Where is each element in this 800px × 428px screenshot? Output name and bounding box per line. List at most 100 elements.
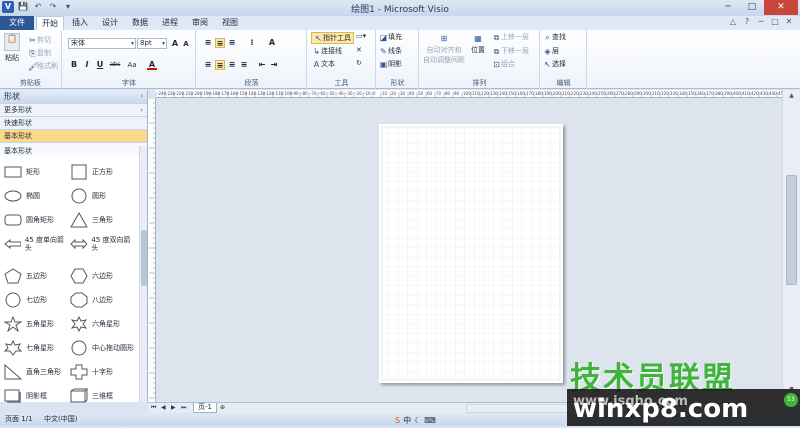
fill-button[interactable]: ◪填充: [379, 32, 402, 42]
ime-mode-icon[interactable]: 中: [403, 414, 411, 427]
shape-right-triangle[interactable]: 直角三角形: [4, 362, 61, 382]
shape-heptagon[interactable]: 七边形: [4, 290, 47, 310]
rotate-icon[interactable]: ↻: [356, 59, 362, 67]
shadow-button[interactable]: ▣阴影: [379, 59, 402, 69]
send-backward-button[interactable]: ⧉ 下移一层: [492, 46, 529, 56]
maximize-button[interactable]: □: [740, 0, 764, 15]
text-direction-icon[interactable]: A: [267, 38, 277, 48]
first-page-icon[interactable]: ⏮: [151, 404, 159, 412]
font-color-button[interactable]: A: [147, 60, 157, 70]
tab-review[interactable]: 审阅: [186, 16, 214, 30]
align-bottom-icon[interactable]: ≡: [227, 38, 237, 48]
tab-file[interactable]: 文件: [0, 16, 34, 30]
rectangle-tool-icon[interactable]: ▭▾: [356, 32, 366, 40]
next-page-icon[interactable]: ▶: [171, 404, 179, 411]
last-page-icon[interactable]: ⏭: [181, 404, 189, 412]
tab-view[interactable]: 视图: [216, 16, 244, 30]
align-top-icon[interactable]: ≡: [203, 38, 213, 48]
minimize-ribbon-icon[interactable]: △: [728, 17, 738, 28]
bold-button[interactable]: B: [69, 60, 79, 70]
strikethrough-button[interactable]: abc: [108, 60, 122, 70]
shape-star6[interactable]: 六角星形: [70, 314, 120, 334]
decrease-indent-icon[interactable]: ⇤: [257, 60, 267, 70]
copy-button[interactable]: ⎘复制: [28, 48, 51, 58]
align-right-icon[interactable]: ≡: [227, 60, 237, 70]
page-tab-1[interactable]: 页-1: [193, 403, 217, 413]
shape-double-arrow[interactable]: 45 度双向箭头: [70, 234, 136, 254]
shape-star5[interactable]: 五角星形: [4, 314, 54, 334]
shape-square[interactable]: 正方形: [70, 162, 113, 182]
shape-rounded-rectangle[interactable]: 圆角矩形: [4, 210, 54, 230]
page-number-status[interactable]: 页面 1/1: [5, 413, 33, 426]
insert-page-icon[interactable]: ⊕: [220, 404, 228, 411]
select-button[interactable]: ↖选择: [543, 59, 566, 69]
font-name-select[interactable]: 宋体 ▾: [68, 38, 136, 49]
more-shapes-row[interactable]: 更多形状 ›: [0, 103, 147, 116]
shape-ellipse[interactable]: 椭圆: [4, 186, 40, 206]
connector-button[interactable]: ↳连接线: [312, 46, 342, 56]
drawing-page[interactable]: [379, 124, 563, 383]
align-center-icon[interactable]: ≡: [215, 60, 225, 70]
shape-hexagon[interactable]: 六边形: [70, 266, 113, 286]
auto-align-button[interactable]: ⊞ 自动对齐和 自动调整间距: [422, 34, 466, 65]
shape-star7[interactable]: 七角星形: [4, 338, 54, 358]
shape-pentagon[interactable]: 五边形: [4, 266, 47, 286]
shape-triangle[interactable]: 三角形: [70, 210, 113, 230]
justify-icon[interactable]: ≡: [239, 60, 249, 70]
find-button[interactable]: ⌕ 查找: [543, 32, 566, 42]
collapse-panel-icon[interactable]: ‹: [140, 90, 143, 103]
basic-shapes-row[interactable]: 基本形状: [0, 129, 147, 142]
delete-x-icon[interactable]: ✕: [356, 46, 362, 54]
align-left-icon[interactable]: ≡: [203, 60, 213, 70]
group-button[interactable]: ⊡组合: [492, 59, 515, 69]
shape-cross[interactable]: 十字形: [70, 362, 113, 382]
shape-3d-box[interactable]: 三维框: [70, 386, 113, 406]
text-tool-button[interactable]: A 文本: [312, 59, 335, 69]
pointer-tool-button[interactable]: ↖指针工具: [311, 32, 354, 44]
keyboard-icon[interactable]: ⌨: [424, 414, 436, 427]
position-button[interactable]: ▦ 位置: [468, 34, 488, 55]
sogou-ime-icon[interactable]: S: [395, 414, 400, 427]
align-middle-icon[interactable]: ≡: [215, 38, 225, 48]
cut-button[interactable]: ✂剪切: [28, 35, 51, 45]
shrink-font-button[interactable]: A: [181, 39, 191, 49]
tab-data[interactable]: 数据: [126, 16, 154, 30]
shapes-scroll-thumb[interactable]: [141, 230, 147, 286]
tab-home[interactable]: 开始: [36, 16, 64, 30]
change-case-button[interactable]: Aa: [125, 60, 139, 70]
italic-button[interactable]: I: [82, 60, 92, 70]
punctuation-icon[interactable]: ☾: [414, 414, 421, 427]
tab-insert[interactable]: 插入: [66, 16, 94, 30]
scroll-up-icon[interactable]: ▲: [786, 92, 797, 102]
shape-octagon[interactable]: 八边形: [70, 290, 113, 310]
shape-rectangle[interactable]: 矩形: [4, 162, 40, 182]
bring-forward-button[interactable]: ⧉ 上移一层: [492, 32, 529, 42]
doc-close-icon[interactable]: ✕: [784, 17, 794, 28]
help-icon[interactable]: ?: [742, 17, 752, 28]
line-button[interactable]: ✎线条: [379, 46, 402, 56]
quick-shapes-row[interactable]: 快速形状: [0, 116, 147, 129]
doc-restore-icon[interactable]: □: [770, 17, 780, 28]
shapes-scrollbar[interactable]: [139, 146, 147, 402]
grow-font-button[interactable]: A: [170, 39, 180, 49]
doc-minimize-icon[interactable]: ─: [756, 17, 766, 28]
format-painter-button[interactable]: 🖌格式刷: [28, 61, 58, 71]
vertical-scroll-thumb[interactable]: [786, 175, 797, 285]
close-button[interactable]: ✕: [764, 0, 798, 15]
layers-button[interactable]: ◈层: [543, 46, 559, 56]
shape-circle[interactable]: 圆形: [70, 186, 106, 206]
shape-single-arrow[interactable]: 45 度单向箭头: [4, 234, 68, 254]
increase-indent-icon[interactable]: ⇥: [269, 60, 279, 70]
bullets-icon[interactable]: ⁝: [247, 38, 257, 48]
minimize-button[interactable]: ─: [716, 0, 740, 15]
shape-center-circle[interactable]: 中心拖动圆形: [70, 338, 134, 358]
paste-button[interactable]: 📋 粘贴: [4, 33, 20, 63]
underline-button[interactable]: U: [95, 60, 105, 70]
language-status[interactable]: 中文(中国): [44, 413, 77, 426]
prev-page-icon[interactable]: ◀: [161, 404, 169, 411]
shape-shadow-box[interactable]: 阴影框: [4, 386, 47, 406]
vertical-scrollbar[interactable]: ▲ ▼: [782, 90, 800, 402]
font-size-select[interactable]: 8pt ▾: [137, 38, 167, 49]
tab-process[interactable]: 进程: [156, 16, 184, 30]
tab-design[interactable]: 设计: [96, 16, 124, 30]
